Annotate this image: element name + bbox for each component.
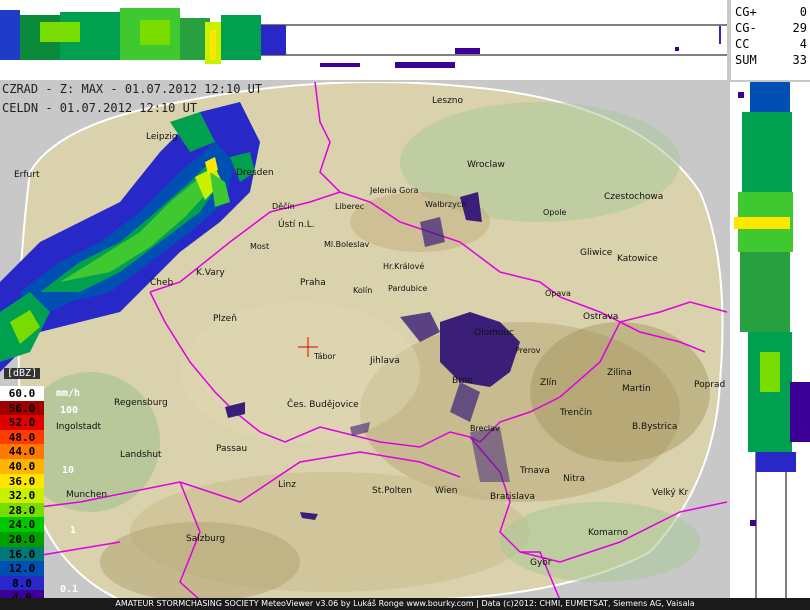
- counter-label: SUM: [735, 53, 757, 67]
- right-profile-echo: [734, 82, 810, 526]
- city-label: Olomouc: [474, 328, 515, 338]
- city-label: Plzeň: [213, 314, 237, 324]
- city-label: Liberec: [335, 202, 365, 211]
- counter-label: CG-: [735, 21, 757, 35]
- city-label: Hr.Králové: [383, 262, 425, 271]
- city-label: Trenčín: [560, 408, 593, 418]
- city-label: Opava: [545, 289, 571, 298]
- legend-step: 28.0: [0, 502, 44, 518]
- city-label: Leszno: [432, 96, 464, 106]
- counter-label: CG+: [735, 5, 757, 19]
- city-label: Ostrava: [583, 312, 619, 322]
- city-label: Cheb: [150, 278, 174, 288]
- legend-step: 52.0: [0, 415, 44, 431]
- footer-credits: AMATEUR STORMCHASING SOCIETY MeteoViewer…: [0, 598, 810, 610]
- city-label: Most: [250, 242, 270, 251]
- legend-step: 40.0: [0, 459, 44, 474]
- legend-step: 24.0: [0, 517, 44, 533]
- rain-unit: mm/h: [56, 388, 81, 399]
- city-label: Györ: [530, 558, 552, 568]
- city-label: B.Bystrica: [632, 422, 678, 432]
- city-label: Erfurt: [14, 170, 40, 180]
- rain-mark: 100: [60, 405, 79, 416]
- city-label: Walbrzych: [425, 200, 467, 209]
- city-label: Zilina: [607, 368, 632, 378]
- legend-step: 36.0: [0, 473, 44, 489]
- city-label: Wroclaw: [467, 160, 505, 170]
- city-label: Dresden: [236, 168, 274, 178]
- city-label: Tábor: [314, 352, 336, 361]
- city-label: Trnava: [520, 466, 550, 476]
- legend-step: 8.0: [0, 575, 44, 591]
- city-label: Leipzig: [146, 132, 178, 142]
- counter-value: 4: [799, 37, 807, 51]
- city-label: Pardubice: [388, 284, 428, 293]
- city-label: Landshut: [120, 450, 162, 460]
- city-label: Salzburg: [186, 534, 226, 544]
- counter-value: 33: [792, 53, 807, 67]
- legend-step: 16.0: [0, 546, 44, 562]
- city-label: Čes. Budějovice: [287, 400, 359, 410]
- rain-mark: 10: [62, 465, 75, 476]
- city-label: Brno: [452, 376, 473, 386]
- legend-step: 32.0: [0, 488, 44, 504]
- legend-step: 48.0: [0, 429, 44, 445]
- city-label: Jelenia Gora: [370, 186, 419, 195]
- city-label: Praha: [300, 278, 326, 288]
- counter-value: 29: [792, 21, 807, 35]
- legend-step: 56.0: [0, 400, 44, 416]
- city-label: Děčín: [272, 202, 295, 211]
- right-profile-graphic: [734, 82, 810, 602]
- city-label: Bratislava: [490, 492, 535, 502]
- top-profile-echo: [0, 8, 721, 68]
- city-label: Katowice: [617, 254, 658, 264]
- counter-label: CC: [735, 37, 750, 51]
- city-label: Passau: [216, 444, 248, 454]
- map-canvas: [0, 81, 728, 602]
- rain-mark: 0.1: [60, 584, 79, 595]
- city-label: Regensburg: [114, 398, 168, 408]
- city-label: Ústí n.L.: [278, 220, 315, 230]
- top-vertical-profile: [0, 0, 727, 80]
- lightning-title: CELDN - 01.07.2012 12:10 UT: [2, 101, 198, 115]
- radar-map[interactable]: Leszno Wroclaw Jelenia Gora Walbrzych Op…: [0, 81, 728, 602]
- legend-step: 20.0: [0, 532, 44, 547]
- city-label: Prerov: [515, 346, 541, 355]
- city-label: Wien: [435, 486, 458, 496]
- city-label: Velký Kr: [652, 488, 689, 498]
- dbz-legend: 60.0 56.0 52.0 48.0 44.0 40.0 36.0 32.0 28.0 24.0…: [0, 368, 52, 610]
- lightning-counters: CG+ 0 CG- 29 CC 4 SUM 33: [731, 0, 810, 80]
- city-label: Kolín: [353, 286, 373, 295]
- counter-value: 0: [799, 5, 807, 19]
- city-label: Opole: [543, 208, 567, 217]
- city-label: Linz: [278, 480, 296, 490]
- city-label: Komarno: [588, 528, 628, 538]
- city-label: Zlín: [540, 378, 557, 388]
- city-label: Munchen: [66, 490, 108, 500]
- legend-step: 44.0: [0, 444, 44, 460]
- city-label: Martin: [622, 384, 651, 394]
- city-label: Nitra: [563, 474, 585, 484]
- radar-viewer: CG+ 0 CG- 29 CC 4 SUM 33 Leszno Wroclaw …: [0, 0, 810, 610]
- city-label: Ingolstadt: [56, 422, 102, 432]
- city-label: Poprad: [694, 380, 726, 390]
- city-label: Jihlava: [370, 356, 400, 366]
- legend-step: 60.0: [0, 386, 44, 401]
- city-label: Breclav: [470, 424, 500, 433]
- city-label: St.Polten: [372, 486, 412, 496]
- city-label: Czestochowa: [604, 192, 664, 202]
- legend-step: 12.0: [0, 561, 44, 577]
- rain-mark: 1: [70, 525, 77, 536]
- city-label: K.Vary: [196, 268, 225, 278]
- city-label: Gliwice: [580, 248, 613, 258]
- right-vertical-profile: [730, 82, 810, 602]
- radar-title: CZRAD - Z: MAX - 01.07.2012 12:10 UT: [2, 82, 263, 96]
- city-label: Ml.Boleslav: [324, 240, 370, 249]
- top-profile-graphic: [0, 8, 727, 68]
